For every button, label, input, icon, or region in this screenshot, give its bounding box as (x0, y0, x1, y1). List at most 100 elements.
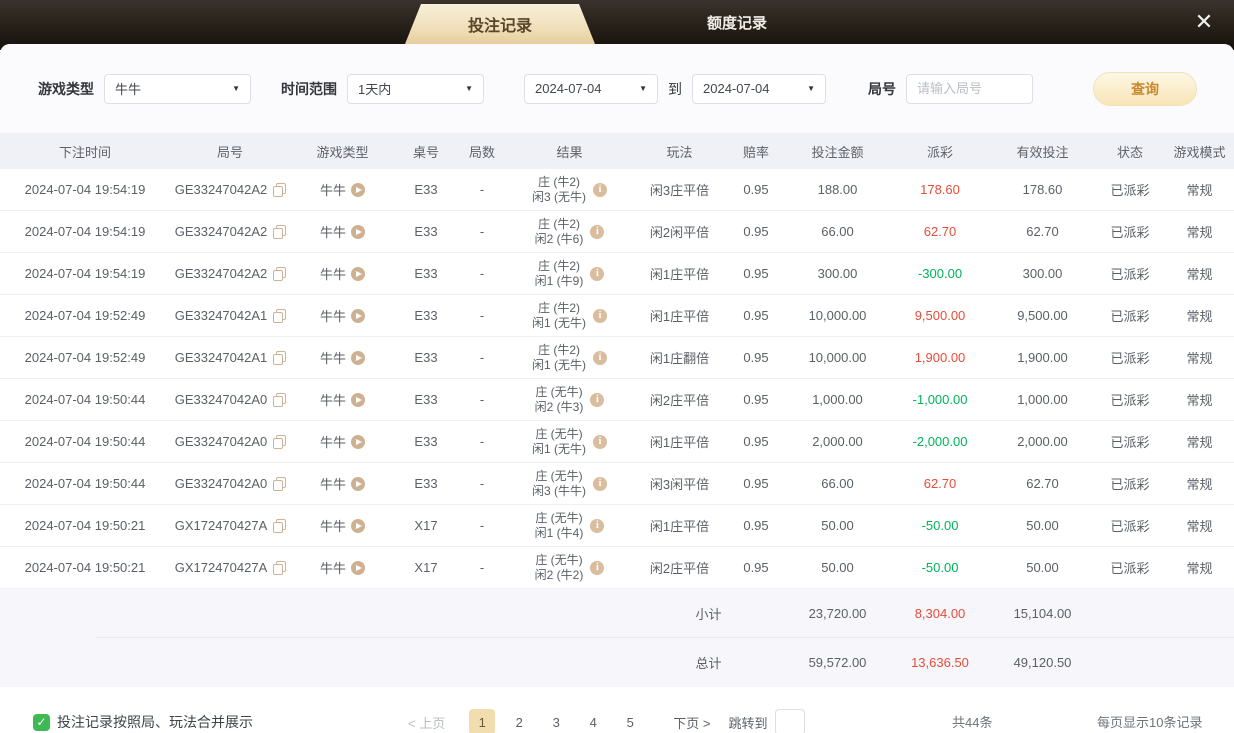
play-video-icon[interactable] (351, 266, 365, 281)
game-type-cell: 牛牛 (290, 558, 395, 577)
valid-bet: 2,000.00 (1017, 434, 1068, 449)
play-video-icon[interactable] (351, 308, 365, 323)
round-id: GE33247042A0 (174, 434, 268, 449)
table-row: 2024-07-04 19:52:49 GE33247042A1 牛牛 E33 … (0, 337, 1234, 379)
game-type-cell: 牛牛 (290, 348, 395, 367)
bet-time: 2024-07-04 19:50:44 (24, 434, 146, 449)
result-text: 庄 (牛2) 闲1 (无牛) (531, 342, 586, 372)
play-video-icon[interactable] (351, 560, 365, 575)
info-icon[interactable]: i (593, 308, 607, 323)
copy-icon[interactable] (273, 435, 287, 449)
round-id-label: 局号 (868, 80, 896, 97)
result-cell: 庄 (无牛) 闲1 (无牛) i (507, 427, 632, 457)
play-type: 闲1庄平倍 (649, 435, 710, 450)
page-1[interactable]: 1 (469, 709, 496, 733)
info-icon[interactable]: i (593, 476, 607, 491)
round-id: GX172470427A (174, 518, 268, 533)
payout: 62.70 (923, 224, 957, 239)
round-id-cell: GE33247042A1 (170, 308, 290, 323)
bet-amount: 66.00 (821, 476, 854, 491)
table-no: E33 (414, 392, 438, 407)
copy-icon[interactable] (273, 267, 287, 281)
col-game-mode: 游戏模式 (1173, 144, 1226, 160)
page-3[interactable]: 3 (543, 709, 569, 733)
status-badge: 已派彩 (1110, 561, 1150, 576)
game-type: 牛牛 (319, 477, 346, 492)
prev-page-button[interactable]: < 上页 (408, 713, 445, 732)
round-id-cell: GE33247042A0 (170, 476, 290, 491)
bet-time: 2024-07-04 19:50:44 (24, 392, 146, 407)
copy-icon[interactable] (273, 309, 287, 323)
play-video-icon[interactable] (351, 476, 365, 491)
play-video-icon[interactable] (351, 350, 365, 365)
bet-amount: 66.00 (821, 224, 854, 239)
valid-bet: 1,900.00 (1017, 350, 1068, 365)
subtotal-row: 小计 23,720.00 8,304.00 15,104.00 (0, 589, 1234, 638)
info-icon[interactable]: i (593, 182, 607, 197)
play-video-icon[interactable] (351, 434, 365, 449)
date-from-select[interactable]: 2024-07-04 ▼ (524, 73, 658, 104)
info-icon[interactable]: i (590, 392, 605, 407)
round-id: GE33247042A1 (174, 350, 268, 365)
info-icon[interactable]: i (590, 560, 605, 575)
subtotal-valid: 15,104.00 (1013, 606, 1072, 621)
tab-quota-records[interactable]: 额度记录 (672, 0, 802, 44)
info-icon[interactable]: i (590, 266, 605, 281)
result-cell: 庄 (牛2) 闲3 (无牛) i (507, 175, 632, 205)
copy-icon[interactable] (273, 519, 287, 533)
page-2[interactable]: 2 (506, 709, 532, 733)
copy-icon[interactable] (273, 393, 287, 407)
game-type-select[interactable]: 牛牛 ▼ (104, 73, 251, 104)
info-icon[interactable]: i (590, 518, 605, 533)
time-range-select[interactable]: 1天内 ▼ (347, 73, 484, 104)
status-badge: 已派彩 (1110, 477, 1150, 492)
play-video-icon[interactable] (351, 392, 365, 407)
status-badge: 已派彩 (1110, 435, 1150, 450)
query-button[interactable]: 查询 (1093, 71, 1197, 106)
play-video-icon[interactable] (351, 518, 365, 533)
game-type: 牛牛 (319, 435, 346, 450)
next-page-button[interactable]: 下页 > (673, 713, 710, 732)
col-valid-bet: 有效投注 (1016, 144, 1069, 160)
odds: 0.95 (743, 476, 769, 491)
dialog-header: 投注记录 额度记录 ✕ (0, 0, 1234, 50)
copy-icon[interactable] (273, 561, 287, 575)
tab-bet-records[interactable]: 投注记录 (405, 4, 595, 44)
payout: 9,500.00 (914, 308, 966, 323)
play-video-icon[interactable] (351, 224, 365, 239)
bet-amount: 50.00 (821, 518, 854, 533)
copy-icon[interactable] (273, 225, 287, 239)
merge-checkbox[interactable]: ✓ (33, 713, 50, 731)
round-id: GE33247042A0 (174, 392, 268, 407)
odds: 0.95 (743, 224, 769, 239)
close-icon[interactable]: ✕ (1188, 6, 1220, 38)
play-type: 闲2闲平倍 (649, 225, 710, 240)
date-to-label: 到 (668, 80, 682, 97)
bet-time: 2024-07-04 19:52:49 (24, 350, 146, 365)
total-label: 总计 (695, 656, 722, 671)
round-id-input[interactable] (906, 73, 1033, 104)
result-cell: 庄 (无牛) 闲2 (牛2) i (507, 553, 632, 583)
copy-icon[interactable] (273, 183, 287, 197)
info-icon[interactable]: i (593, 434, 607, 449)
page-5[interactable]: 5 (617, 709, 643, 733)
info-icon[interactable]: i (590, 224, 605, 239)
copy-icon[interactable] (273, 351, 287, 365)
odds: 0.95 (743, 518, 769, 533)
info-icon[interactable]: i (593, 350, 607, 365)
bet-time: 2024-07-04 19:50:21 (24, 560, 146, 575)
date-to-select[interactable]: 2024-07-04 ▼ (692, 73, 826, 104)
round-id-cell: GX172470427A (170, 518, 290, 533)
table-row: 2024-07-04 19:54:19 GE33247042A2 牛牛 E33 … (0, 211, 1234, 253)
copy-icon[interactable] (273, 477, 287, 491)
play-video-icon[interactable] (351, 182, 365, 197)
status-badge: 已派彩 (1110, 351, 1150, 366)
jump-to-input[interactable] (775, 709, 806, 733)
page-4[interactable]: 4 (580, 709, 606, 733)
payout: -2,000.00 (912, 434, 968, 449)
round-count: - (479, 476, 485, 491)
odds: 0.95 (743, 560, 769, 575)
odds: 0.95 (743, 182, 769, 197)
total-bet: 59,572.00 (808, 655, 867, 670)
payout: -1,000.00 (912, 392, 968, 407)
